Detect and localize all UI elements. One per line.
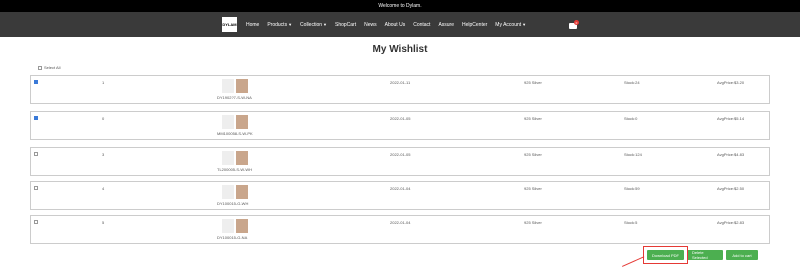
add-to-cart-button[interactable]: Add to cart <box>726 250 758 260</box>
row-date: 2022-01-04 <box>390 220 411 225</box>
row-stock: Stock:124 <box>624 152 642 157</box>
row-price: AvgPrice:$5.14 <box>717 116 745 121</box>
select-all[interactable]: Select All <box>38 65 60 70</box>
row-price: AvgPrice:$2.83 <box>717 220 745 225</box>
row-checkbox[interactable] <box>34 186 38 190</box>
delete-selected-button[interactable]: Delete Selected <box>687 250 723 260</box>
row-checkbox[interactable] <box>34 220 38 224</box>
row-checkbox[interactable] <box>34 116 38 120</box>
product-model-image[interactable] <box>236 151 248 165</box>
site-logo[interactable]: DYLAM <box>222 17 237 32</box>
nav-collection[interactable]: Collection▼ <box>300 22 327 28</box>
product-sku: MM100058-S-W-PK <box>217 131 253 136</box>
row-date: 2022-01-05 <box>390 152 411 157</box>
nav-about-us[interactable]: About Us <box>385 22 406 28</box>
row-checkbox[interactable] <box>34 152 38 156</box>
product-sku: DY1902?7-S-W-NA <box>217 95 252 100</box>
product-image[interactable] <box>222 219 234 233</box>
product-model-image[interactable] <box>236 185 248 199</box>
nav-news[interactable]: News <box>364 22 377 28</box>
wishlist-row: 5 DY100015-G-NA 2022-01-04 925 Silver St… <box>30 215 770 244</box>
cart-count-badge: 0 <box>574 20 579 25</box>
product-model-image[interactable] <box>236 219 248 233</box>
chevron-down-icon: ▼ <box>522 21 527 27</box>
select-all-label: Select All <box>44 65 61 70</box>
wishlist-row: 3 TL200005-S-W-WH 2022-01-05 925 Silver … <box>30 147 770 176</box>
annotation-highlight-box <box>643 246 688 264</box>
welcome-bar: Welcome to Dylam. <box>0 0 800 12</box>
nav-products[interactable]: Products▼ <box>267 22 292 28</box>
row-material: 925 Silver <box>524 186 542 191</box>
row-date: 2022-01-05 <box>390 116 411 121</box>
product-model-image[interactable] <box>236 79 248 93</box>
row-price: AvgPrice:$4.83 <box>717 152 745 157</box>
product-image[interactable] <box>222 115 234 129</box>
page-title: My Wishlist <box>372 44 428 55</box>
product-sku: TL200005-S-W-WH <box>217 167 253 172</box>
row-stock: Stock:24 <box>624 80 640 85</box>
row-index: 4 <box>102 186 105 191</box>
row-stock: Stock:0 <box>624 116 638 121</box>
annotation-arrow <box>622 256 645 267</box>
row-material: 925 Silver <box>524 220 542 225</box>
row-material: 925 Silver <box>524 152 542 157</box>
wishlist-row: 4 DY100015-G-WH 2022-01-04 925 Silver St… <box>30 181 770 210</box>
select-all-checkbox[interactable] <box>38 65 42 70</box>
product-model-image[interactable] <box>236 115 248 129</box>
row-index: 1 <box>102 80 105 85</box>
row-index: 5 <box>102 220 105 225</box>
nav-shopcart[interactable]: ShopCart <box>335 22 356 28</box>
row-material: 925 Silver <box>524 80 542 85</box>
product-sku: DY100015-G-WH <box>217 201 249 206</box>
row-date: 2022-01-11 <box>390 80 411 85</box>
product-sku: DY100015-G-NA <box>217 235 248 240</box>
row-index: 3 <box>102 152 105 157</box>
row-stock: Stock:59 <box>624 186 640 191</box>
chevron-down-icon: ▼ <box>288 21 293 27</box>
chevron-down-icon: ▼ <box>323 21 327 27</box>
nav-helpcenter[interactable]: HelpCenter <box>462 22 487 28</box>
row-index: 0 <box>102 116 105 121</box>
nav-home[interactable]: Home <box>246 22 259 28</box>
nav-my-account[interactable]: My Account▼ <box>495 22 526 28</box>
product-image[interactable] <box>222 151 234 165</box>
product-image[interactable] <box>222 79 234 93</box>
product-image[interactable] <box>222 185 234 199</box>
row-date: 2022-01-04 <box>390 186 411 191</box>
row-material: 925 Silver <box>524 116 542 121</box>
row-stock: Stock:5 <box>624 220 638 225</box>
nav-assure[interactable]: Assure <box>438 22 454 28</box>
row-checkbox[interactable] <box>34 80 38 84</box>
nav-contact[interactable]: Contact <box>413 22 430 28</box>
welcome-text: Welcome to Dylam. <box>378 3 422 9</box>
main-nav: DYLAM Home Products▼ Collection▼ ShopCar… <box>0 12 800 37</box>
row-price: AvgPrice:$3.20 <box>717 80 745 85</box>
cart-icon[interactable]: 0 <box>569 20 579 29</box>
row-price: AvgPrice:$2.50 <box>717 186 745 191</box>
wishlist-row: 0 MM100058-S-W-PK 2022-01-05 925 Silver … <box>30 111 770 140</box>
wishlist-row: 1 DY1902?7-S-W-NA 2022-01-11 925 Silver … <box>30 75 770 104</box>
